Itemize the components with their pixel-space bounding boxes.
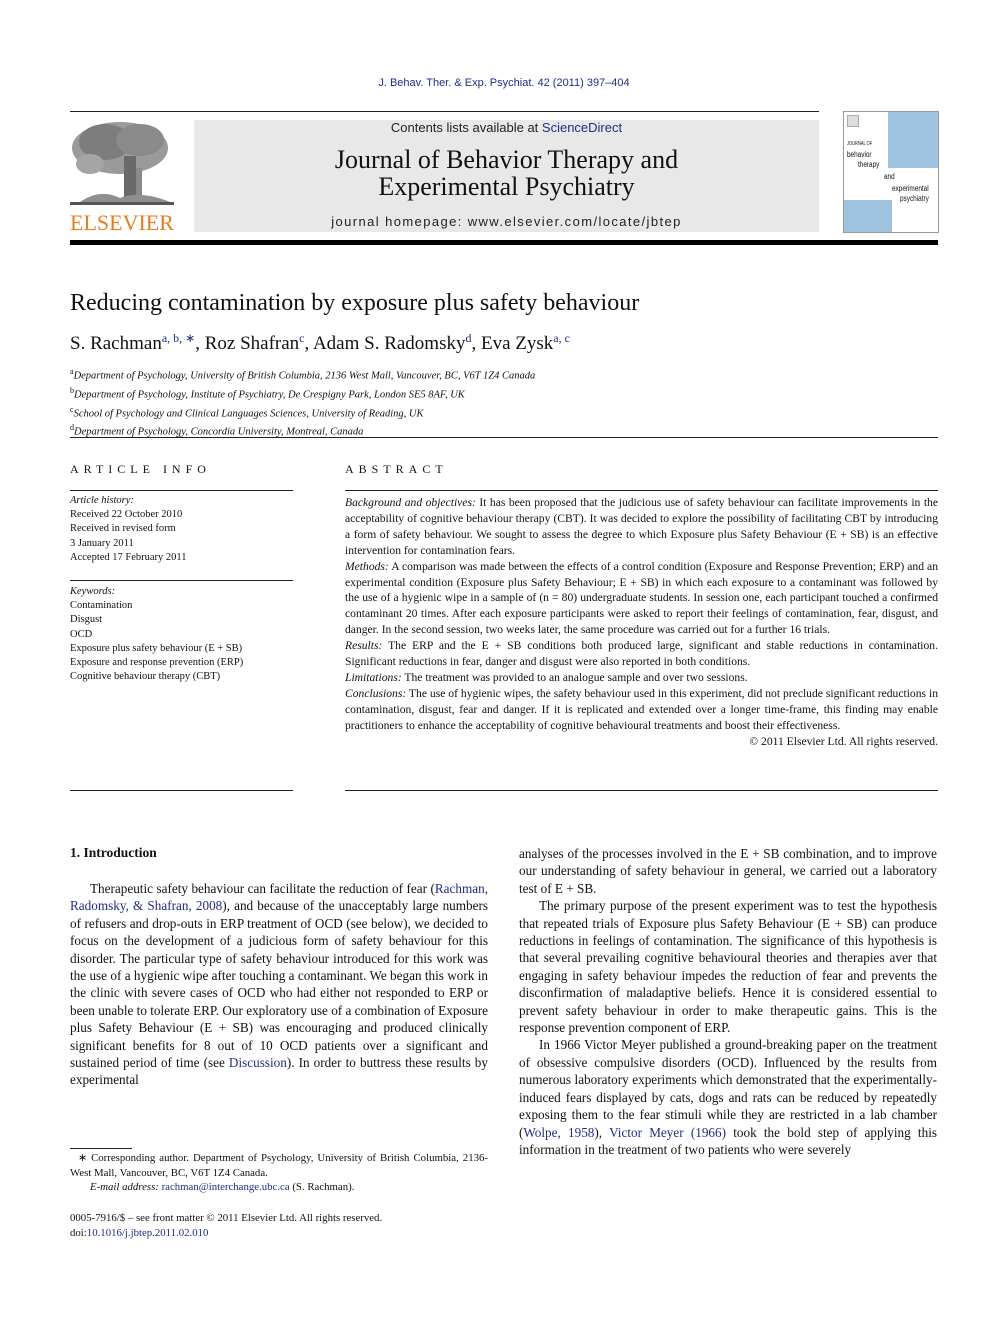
footnote-rule (70, 1148, 132, 1149)
paragraph: analyses of the processes involved in th… (519, 846, 937, 896)
affiliations: aDepartment of Psychology, University of… (70, 365, 535, 440)
journal-citation[interactable]: J. Behav. Ther. & Exp. Psychiat. 42 (201… (0, 77, 992, 89)
author-list: S. Rachmana, b, ∗, Roz Shafranc, Adam S.… (70, 331, 570, 354)
abstract-copyright: © 2011 Elsevier Ltd. All rights reserved… (749, 734, 938, 748)
footnote: ∗ Corresponding author. Department of Ps… (70, 1151, 488, 1195)
cover-block (844, 200, 892, 232)
abstract-section: Methods: A comparison was made between t… (345, 559, 938, 637)
front-matter: 0005-7916/$ – see front matter © 2011 El… (70, 1212, 383, 1239)
paragraph: Therapeutic safety behaviour can facilit… (70, 881, 489, 1088)
corresponding-author-note: ∗ Corresponding author. Department of Ps… (70, 1152, 488, 1179)
email-link[interactable]: rachman@interchange.ubc.ca (162, 1181, 290, 1193)
divider (70, 490, 293, 491)
keyword: Exposure plus safety behaviour (E + SB) (70, 642, 243, 654)
divider (70, 580, 293, 581)
cover-logo-icon (847, 115, 859, 127)
author[interactable]: S. Rachman (70, 333, 162, 354)
affiliation: cSchool of Psychology and Clinical Langu… (70, 404, 424, 420)
sciencedirect-link[interactable]: ScienceDirect (542, 120, 622, 135)
body-column-left: Therapeutic safety behaviour can facilit… (70, 880, 488, 1089)
contents-line: Contents lists available at ScienceDirec… (390, 120, 623, 135)
keyword: Disgust (70, 614, 103, 626)
cover-block (888, 112, 938, 168)
divider (70, 790, 293, 791)
affiliation: aDepartment of Psychology, University of… (70, 367, 536, 382)
author[interactable]: Adam S. Radomsky (313, 333, 466, 354)
keyword: Cognitive behaviour therapy (CBT) (70, 671, 221, 683)
keyword: Contamination (70, 600, 133, 612)
reference-link[interactable]: Victor Meyer (1966) (609, 1125, 726, 1140)
section-heading-introduction: 1. Introduction (70, 845, 157, 860)
article-history: Article history: Received 22 October 201… (70, 495, 187, 563)
abstract-section: Background and objectives: It has been p… (345, 496, 938, 557)
author[interactable]: Roz Shafran (205, 333, 299, 354)
header-rule (70, 111, 819, 112)
reference-link[interactable]: Wolpe, 1958 (523, 1125, 594, 1140)
divider (345, 490, 938, 491)
section-link[interactable]: Discussion (229, 1055, 287, 1070)
abstract-heading: ABSTRACT (345, 462, 448, 476)
author[interactable]: Eva Zysk (481, 333, 553, 354)
article-info-heading: ARTICLE INFO (70, 462, 211, 476)
journal-title: Journal of Behavior Therapy and Experime… (334, 145, 679, 201)
affiliation: bDepartment of Psychology, Institute of … (70, 385, 465, 401)
journal-banner: Contents lists available at ScienceDirec… (194, 120, 819, 232)
journal-cover-thumbnail[interactable]: JOURNAL OF behavior therapy and experime… (843, 111, 939, 233)
publisher-name: ELSEVIER (70, 210, 174, 235)
doi-link[interactable]: 10.1016/j.jbtep.2011.02.010 (87, 1227, 209, 1239)
journal-homepage[interactable]: journal homepage: www.elsevier.com/locat… (194, 214, 819, 229)
abstract-section: Conclusions: The use of hygienic wipes, … (345, 686, 938, 732)
doi-line: doi:10.1016/j.jbtep.2011.02.010 (70, 1226, 209, 1239)
abstract-section: Limitations: The treatment was provided … (345, 670, 748, 684)
elsevier-logo[interactable]: ELSEVIER (70, 118, 174, 235)
article-title: Reducing contamination by exposure plus … (70, 290, 640, 316)
divider (345, 790, 938, 791)
keywords: Keywords: Contamination Disgust OCD Expo… (70, 585, 293, 684)
email-line: E-mail address: rachman@interchange.ubc.… (90, 1181, 355, 1193)
body-column-right: analyses of the processes involved in th… (519, 845, 937, 1158)
header-thick-rule (70, 240, 938, 245)
paragraph: The primary purpose of the present exper… (519, 898, 937, 1036)
elsevier-tree-icon (70, 118, 174, 210)
abstract-body: Background and objectives: It has been p… (345, 495, 938, 750)
keyword: OCD (70, 628, 93, 640)
divider (70, 437, 938, 438)
abstract-section: Results: The ERP and the E + SB conditio… (345, 639, 938, 669)
paragraph: In 1966 Victor Meyer published a ground-… (519, 1037, 937, 1157)
keyword: Exposure and response prevention (ERP) (70, 657, 244, 669)
